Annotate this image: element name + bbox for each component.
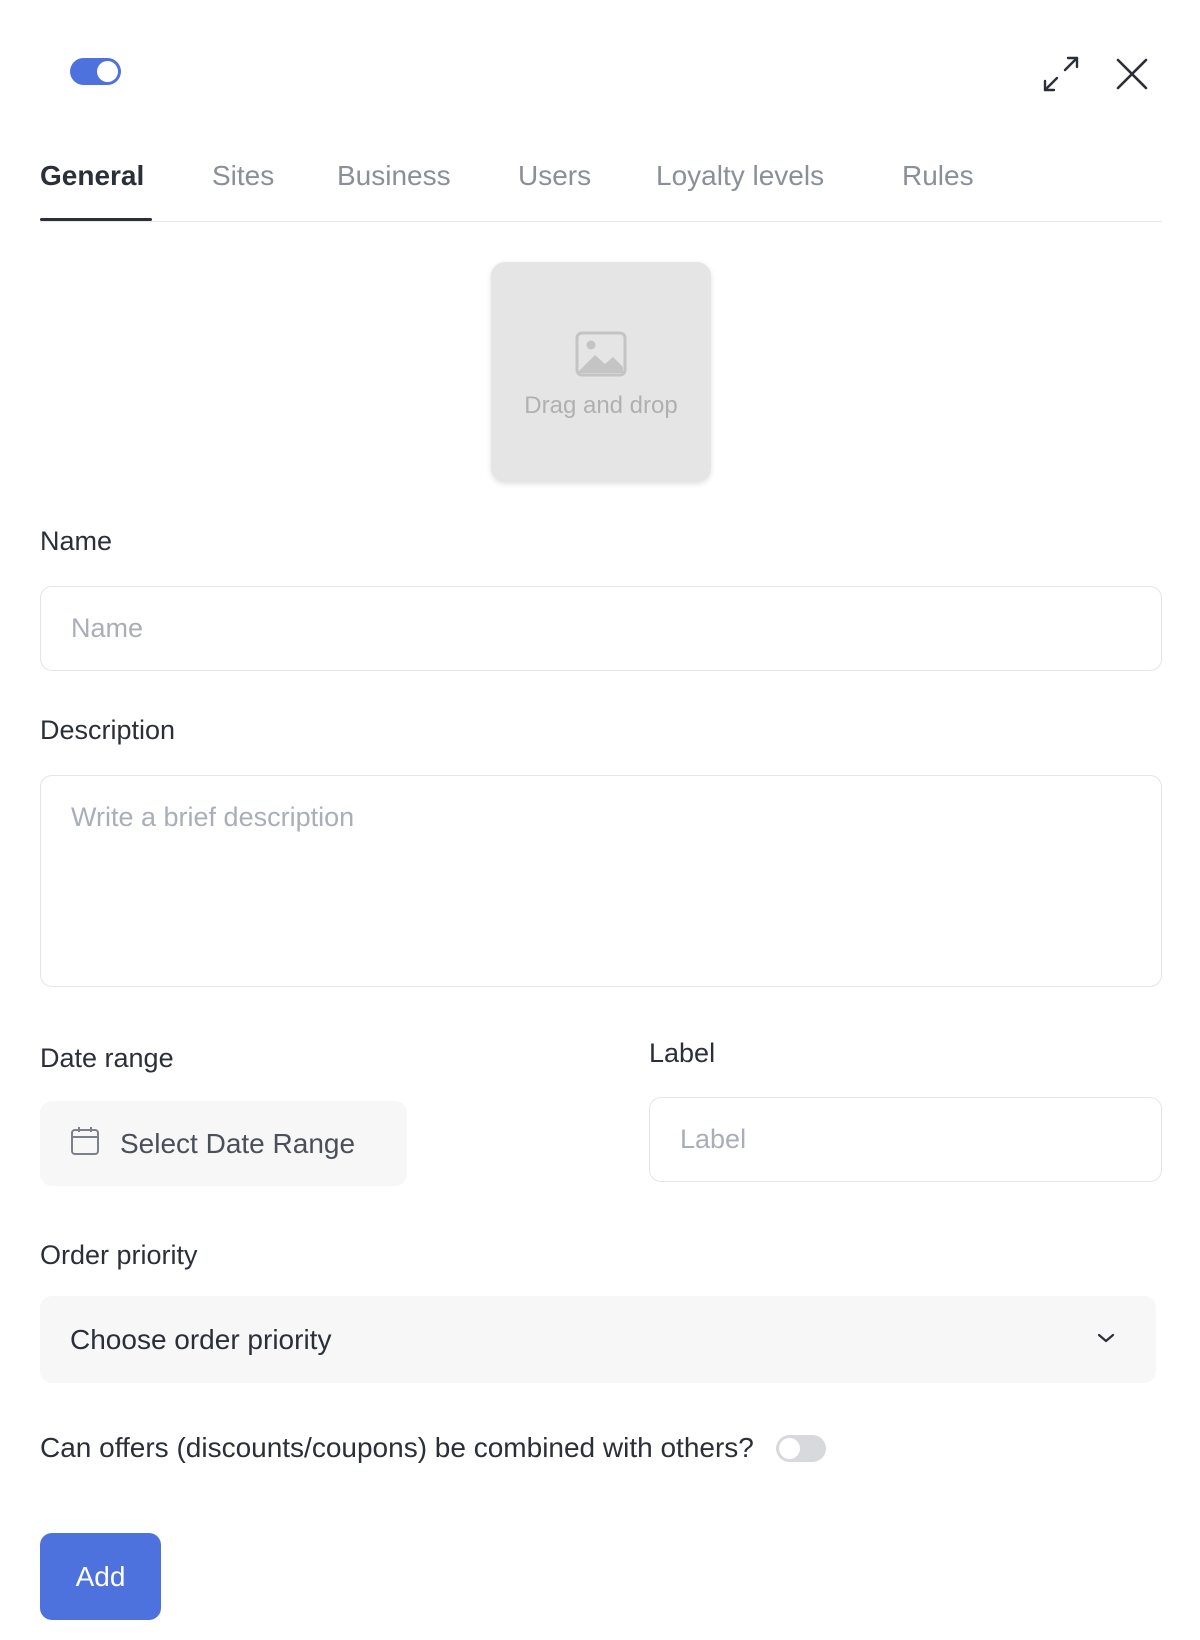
tab-general[interactable]: General bbox=[40, 160, 144, 192]
offer-form-panel: General Sites Business Users Loyalty lev… bbox=[0, 0, 1200, 1640]
close-icon[interactable] bbox=[1108, 50, 1156, 98]
order-priority-label: Order priority bbox=[40, 1240, 198, 1270]
image-dropzone[interactable]: Drag and drop bbox=[491, 262, 711, 482]
add-button[interactable]: Add bbox=[40, 1533, 161, 1620]
status-toggle-knob bbox=[97, 61, 118, 82]
combine-offers-toggle-knob bbox=[778, 1437, 800, 1459]
chevron-down-icon bbox=[1096, 1331, 1116, 1349]
dropzone-text: Drag and drop bbox=[524, 391, 678, 419]
name-label: Name bbox=[40, 526, 113, 556]
active-tab-indicator bbox=[40, 218, 152, 221]
image-icon bbox=[575, 331, 627, 382]
calendar-icon bbox=[70, 1126, 100, 1161]
date-range-label: Date range bbox=[40, 1043, 174, 1073]
tab-sites[interactable]: Sites bbox=[212, 160, 274, 192]
select-date-range-button[interactable]: Select Date Range bbox=[40, 1101, 407, 1186]
combine-offers-row: Can offers (discounts/coupons) be combin… bbox=[40, 1432, 826, 1464]
select-date-range-text: Select Date Range bbox=[120, 1127, 356, 1159]
order-priority-selected: Choose order priority bbox=[70, 1323, 332, 1355]
label-input[interactable] bbox=[649, 1097, 1162, 1182]
name-input[interactable] bbox=[40, 586, 1162, 671]
tab-users[interactable]: Users bbox=[518, 160, 591, 192]
expand-icon[interactable] bbox=[1037, 50, 1085, 98]
description-textarea[interactable] bbox=[40, 775, 1162, 987]
combine-offers-toggle[interactable] bbox=[775, 1434, 826, 1462]
tab-loyalty-levels[interactable]: Loyalty levels bbox=[656, 160, 824, 192]
description-label: Description bbox=[40, 715, 176, 745]
combine-offers-question: Can offers (discounts/coupons) be combin… bbox=[40, 1432, 754, 1463]
tab-business[interactable]: Business bbox=[337, 160, 451, 192]
tab-bar: General Sites Business Users Loyalty lev… bbox=[40, 150, 1162, 222]
status-toggle[interactable] bbox=[70, 58, 121, 85]
tab-rules[interactable]: Rules bbox=[902, 160, 974, 192]
label-field-label: Label bbox=[649, 1038, 716, 1068]
order-priority-select[interactable]: Choose order priority bbox=[40, 1296, 1156, 1383]
